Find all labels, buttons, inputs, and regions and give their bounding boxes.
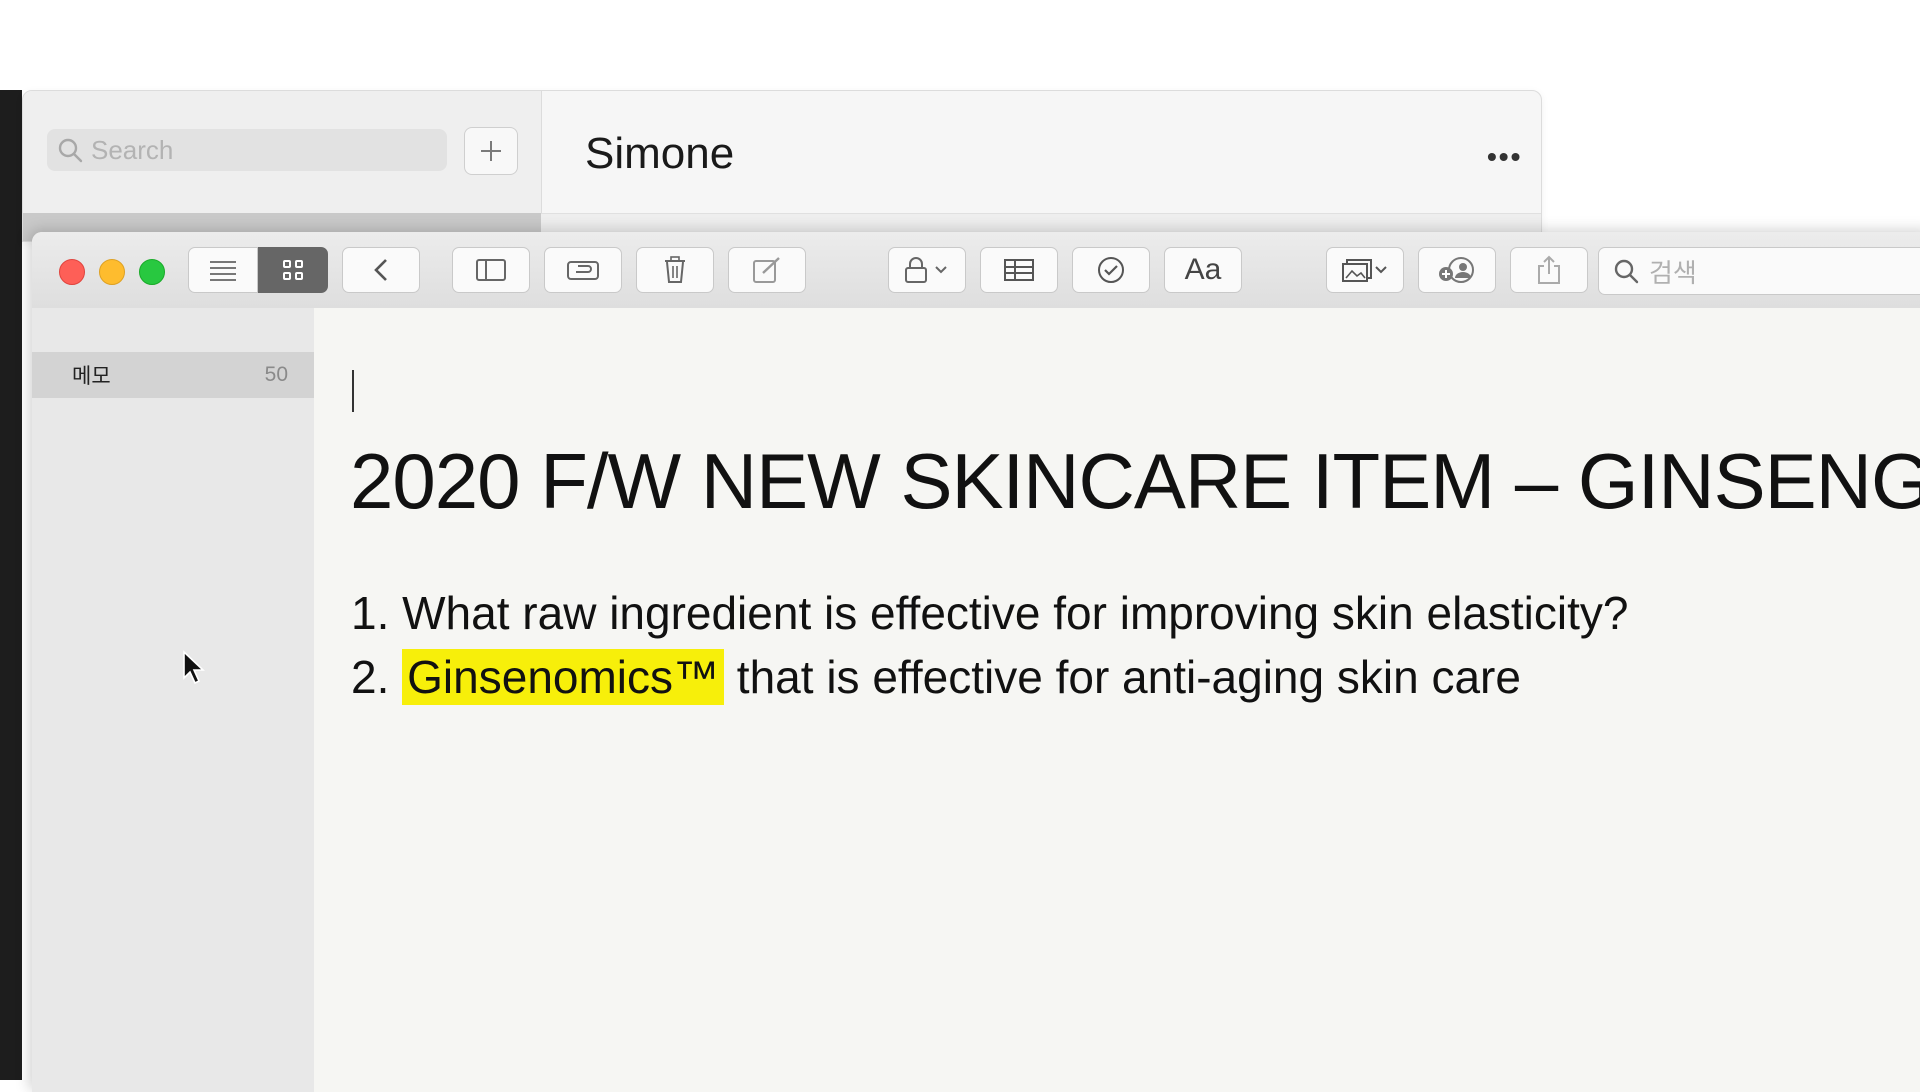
notes-window[interactable]: Aa 검색 메모 50 2020 F/W NEW SKINCARE ITEM –… [32,232,1920,1092]
list-view-button[interactable] [188,247,258,293]
attachments-button[interactable] [544,247,622,293]
collaborate-icon [1439,257,1474,283]
format-text-icon: Aa [1184,253,1222,286]
folder-sidebar: 메모 50 [32,308,315,1092]
attachments-icon [567,261,599,280]
search-icon [58,138,83,163]
checklist-icon [1098,257,1124,283]
text-caret [352,370,354,412]
search-field[interactable]: 검색 [1598,247,1920,295]
note-heading: 2020 F/W NEW SKINCARE ITEM – GINSENG [350,437,1920,525]
background-notes-window[interactable]: Search Simone ••• [22,90,1542,242]
format-button[interactable]: Aa [1164,247,1242,293]
more-options-button[interactable]: ••• [1487,141,1522,173]
sidebar-toggle-icon [476,259,506,281]
delete-button[interactable] [636,247,714,293]
desktop-edge [0,90,22,1080]
highlighted-text: Ginsenomics™ [402,649,725,705]
toolbar: Aa 검색 [32,232,1920,309]
lock-icon [905,257,947,283]
gallery-view-button[interactable] [258,247,328,293]
search-placeholder: 검색 [1649,258,1697,289]
close-button[interactable] [59,259,85,285]
table-button[interactable] [980,247,1058,293]
note-line-2: 2. Ginsenomics™ that is effective for an… [351,649,1521,705]
background-note-title: Simone [585,129,735,178]
share-button[interactable] [1510,247,1588,293]
collaborate-button[interactable] [1418,247,1496,293]
share-icon [1538,255,1560,284]
compose-button[interactable] [728,247,806,293]
back-icon [374,259,387,281]
sidebar-toggle-button[interactable] [452,247,530,293]
list-view-icon [210,261,236,281]
minimize-button[interactable] [99,259,125,285]
new-note-button[interactable] [464,127,518,175]
trash-icon [665,256,685,283]
folder-count: 50 [264,363,288,386]
compose-icon [753,257,780,283]
note-editor[interactable]: 2020 F/W NEW SKINCARE ITEM – GINSENG 1. … [314,308,1920,1092]
lock-menu-button[interactable] [888,247,966,293]
table-icon [1004,259,1034,281]
back-button[interactable] [342,247,420,293]
line-2-rest: that is effective for anti-aging skin ca… [724,651,1521,703]
note-line-1: 1. What raw ingredient is effective for … [351,587,1629,639]
gallery-view-icon [283,260,303,280]
background-sidebar: Search [23,91,542,241]
mouse-pointer-icon [183,650,206,685]
folder-name: 메모 [72,364,111,388]
plus-icon [481,141,501,161]
background-search-field[interactable]: Search [47,129,447,171]
search-icon [1614,259,1639,284]
background-search-placeholder: Search [91,134,174,165]
media-menu-button[interactable] [1326,247,1404,293]
checklist-button[interactable] [1072,247,1150,293]
folder-item-notes[interactable]: 메모 50 [32,352,314,398]
line-2-prefix: 2. [351,651,403,703]
media-icon [1342,259,1387,282]
zoom-button[interactable] [139,259,165,285]
